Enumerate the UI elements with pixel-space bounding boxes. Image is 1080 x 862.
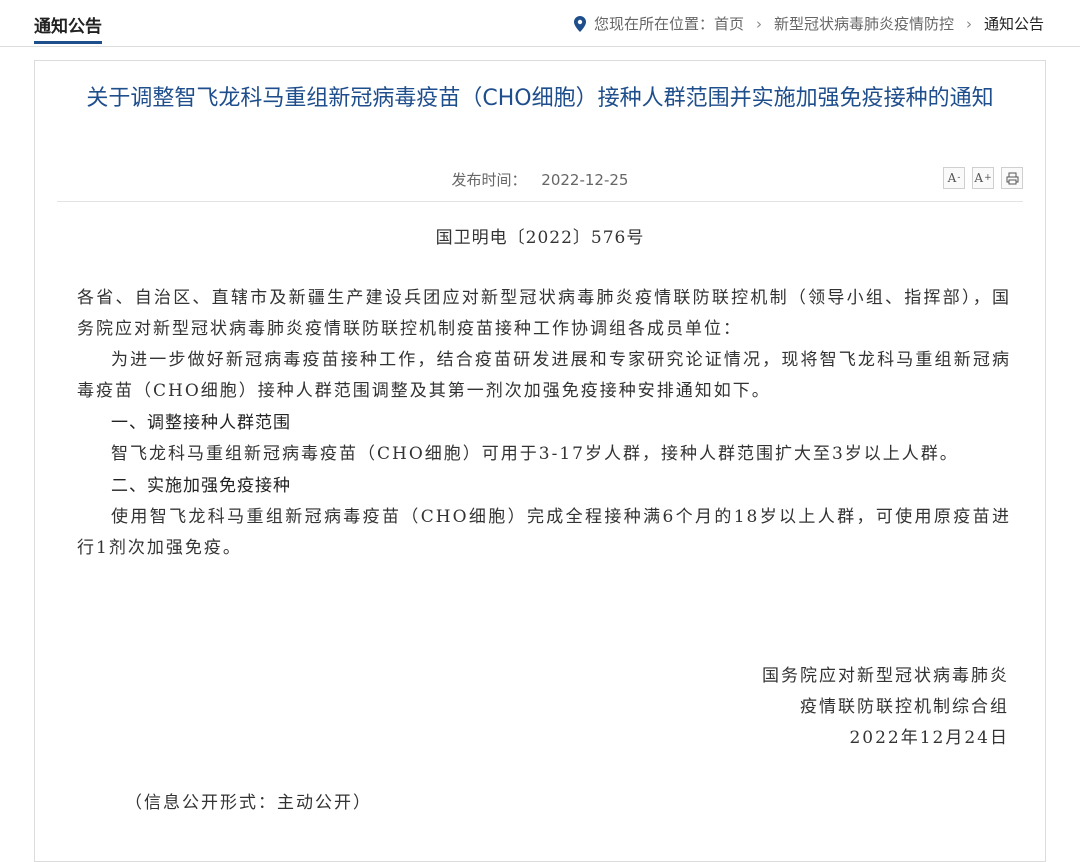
- article-title: 关于调整智飞龙科马重组新冠病毒疫苗（CHO细胞）接种人群范围并实施加强免疫接种的…: [86, 86, 994, 111]
- top-bar: 通知公告 您现在所在位置： 首页 › 新型冠状病毒肺炎疫情防控 › 通知公告: [0, 0, 1080, 47]
- location-label: 您现在所在位置：: [593, 15, 714, 33]
- publish-meta: 发布时间： 2022-12-25: [35, 169, 1045, 190]
- breadcrumb-separator: ›: [755, 14, 762, 33]
- signature-line-2: 疫情联防联控机制综合组: [800, 697, 1009, 717]
- section-heading-booster: 二、实施加强免疫接种: [111, 476, 291, 496]
- article-body: 各省、自治区、直辖市及新疆生产建设兵团应对新型冠状病毒肺炎疫情联防联控机制（领导…: [77, 283, 1011, 564]
- breadcrumb-epidemic-control[interactable]: 新型冠状病毒肺炎疫情防控: [774, 13, 954, 34]
- article-tools: A- A +: [943, 167, 1023, 189]
- section-text-booster: 使用智飞龙科马重组新冠病毒疫苗（CHO细胞）完成全程接种满6个月的18岁以上人群…: [77, 507, 1011, 558]
- breadcrumb-current[interactable]: 通知公告: [984, 13, 1044, 34]
- intro-paragraph: 为进一步做好新冠病毒疫苗接种工作，结合疫苗研发进展和专家研究论证情况，现将智飞龙…: [77, 350, 1011, 401]
- breadcrumb: 您现在所在位置： 首页 › 新型冠状病毒肺炎疫情防控 › 通知公告: [573, 13, 1044, 34]
- publish-date: 2022-12-25: [541, 171, 629, 189]
- section-text-adjust-scope: 智飞龙科马重组新冠病毒疫苗（CHO细胞）可用于3-17岁人群，接种人群范围扩大至…: [111, 444, 959, 464]
- print-button[interactable]: [1001, 167, 1023, 189]
- title-divider: [57, 201, 1023, 202]
- salutation-paragraph: 各省、自治区、直辖市及新疆生产建设兵团应对新型冠状病毒肺炎疫情联防联控机制（领导…: [77, 288, 1011, 339]
- font-decrease-button[interactable]: A-: [943, 167, 965, 189]
- document-number: 国卫明电〔2022〕576号: [435, 228, 645, 248]
- disclosure-note: （信息公开形式：主动公开）: [125, 793, 372, 813]
- print-icon: [1006, 172, 1018, 184]
- article-card: 关于调整智飞龙科马重组新冠病毒疫苗（CHO细胞）接种人群范围并实施加强免疫接种的…: [34, 60, 1046, 862]
- section-heading-adjust-scope: 一、调整接种人群范围: [111, 413, 291, 433]
- section-title: 通知公告: [34, 12, 102, 44]
- signature-line-1: 国务院应对新型冠状病毒肺炎: [762, 666, 1009, 686]
- font-increase-icon: A: [974, 171, 984, 185]
- breadcrumb-home[interactable]: 首页: [714, 13, 744, 34]
- signature-date: 2022年12月24日: [849, 728, 1009, 748]
- font-increase-button[interactable]: A +: [972, 167, 994, 189]
- signature-block: 国务院应对新型冠状病毒肺炎 疫情联防联控机制综合组 2022年12月24日: [762, 661, 1009, 754]
- location-pin-icon: [573, 15, 588, 32]
- breadcrumb-separator: ›: [965, 14, 972, 33]
- font-decrease-icon: A: [947, 171, 957, 185]
- publish-label: 发布时间：: [451, 171, 527, 189]
